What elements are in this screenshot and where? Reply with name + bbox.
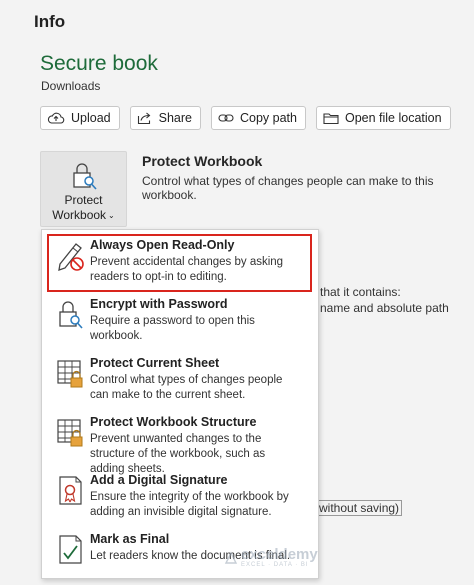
watermark-logo: exceldemy EXCEL · DATA · BI: [224, 546, 318, 568]
sheet-lock-icon: [57, 360, 83, 388]
file-action-toolbar: Upload Share Copy path Open file locatio…: [40, 106, 451, 130]
page-heading: Info: [34, 12, 66, 31]
menu-item-description: Require a password to open this workbook…: [90, 315, 255, 342]
share-button[interactable]: Share: [129, 106, 201, 130]
folder-icon: [323, 113, 339, 125]
protect-button-line1: Protect: [64, 193, 103, 207]
menu-item-description: Prevent unwanted changes to the structur…: [90, 433, 266, 475]
background-text-2: name and absolute path: [320, 301, 449, 315]
open-file-location-button[interactable]: Open file location: [315, 106, 451, 130]
lock-key-icon: [59, 301, 83, 329]
protect-workbook-menu: Always Open Read-Only Prevent accidental…: [41, 229, 319, 579]
watermark-name: exceldemy: [241, 546, 318, 563]
upload-label: Upload: [71, 111, 111, 125]
pencil-no-icon: [58, 243, 84, 271]
link-icon: [218, 114, 234, 122]
menu-item-protect-workbook-structure[interactable]: Protect Workbook Structure Prevent unwan…: [42, 415, 318, 475]
document-check-icon: [59, 535, 82, 564]
menu-item-description: Control what types of changes people can…: [90, 374, 283, 401]
menu-item-title: Always Open Read-Only: [90, 238, 235, 252]
upload-button[interactable]: Upload: [40, 106, 120, 130]
menu-item-title: Add a Digital Signature: [90, 473, 228, 487]
workbook-lock-icon: [57, 419, 83, 447]
document-title: Secure book: [40, 52, 158, 75]
background-text-3: without saving): [316, 500, 403, 516]
menu-item-encrypt-with-password[interactable]: Encrypt with Password Require a password…: [42, 297, 318, 353]
protect-workbook-button[interactable]: Protect Workbook ⌄: [40, 151, 127, 227]
share-icon: [137, 112, 150, 125]
watermark-icon: [224, 551, 238, 564]
menu-item-title: Protect Workbook Structure: [90, 415, 257, 429]
lock-key-icon: [72, 163, 97, 190]
protect-workbook-heading: Protect Workbook: [142, 153, 263, 169]
copy-path-button[interactable]: Copy path: [210, 106, 306, 130]
menu-item-protect-current-sheet[interactable]: Protect Current Sheet Control what types…: [42, 356, 318, 412]
menu-item-description: Prevent accidental changes by asking rea…: [90, 256, 284, 283]
menu-item-description: Ensure the integrity of the workbook by …: [90, 491, 289, 518]
protect-workbook-description: Control what types of changes people can…: [142, 174, 434, 202]
menu-item-add-digital-signature[interactable]: Add a Digital Signature Ensure the integ…: [42, 473, 318, 529]
protect-button-line2: Workbook: [52, 208, 107, 222]
certificate-icon: [59, 476, 82, 505]
copy-path-label: Copy path: [239, 111, 297, 125]
watermark-tagline: EXCEL · DATA · BI: [241, 562, 309, 568]
chevron-down-icon: ⌄: [108, 211, 115, 220]
upload-icon: [47, 112, 65, 124]
document-location: Downloads: [41, 79, 101, 93]
menu-item-title: Mark as Final: [90, 532, 170, 546]
menu-item-title: Protect Current Sheet: [90, 356, 220, 370]
menu-item-title: Encrypt with Password: [90, 297, 228, 311]
background-text-1: that it contains:: [320, 285, 401, 299]
open-file-location-label: Open file location: [344, 111, 442, 125]
share-label: Share: [158, 111, 192, 125]
menu-item-always-open-read-only[interactable]: Always Open Read-Only Prevent accidental…: [42, 234, 318, 296]
